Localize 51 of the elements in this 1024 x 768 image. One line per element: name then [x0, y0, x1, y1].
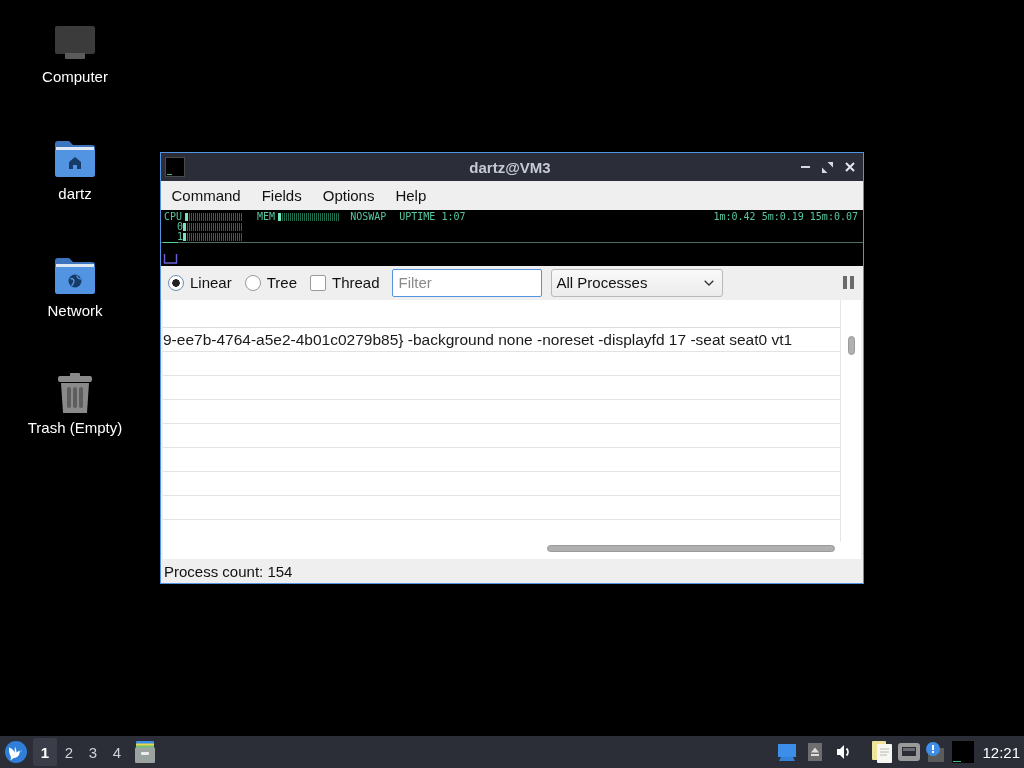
history-graph — [163, 242, 179, 264]
meter-label: CPU — [164, 212, 183, 222]
process-filter-dropdown[interactable]: All Processes — [550, 268, 723, 297]
file-cabinet-icon[interactable] — [135, 741, 155, 763]
home-folder-icon[interactable] — [55, 141, 95, 177]
workspace-button[interactable]: 4 — [105, 738, 129, 766]
filter-field[interactable]: Filter — [391, 268, 542, 297]
radio-button[interactable] — [168, 274, 184, 291]
workspace-button[interactable]: 1 — [33, 738, 57, 766]
meter-label: MEM — [257, 212, 276, 222]
terminal-icon — [165, 157, 185, 177]
uptime-text: UPTIME 1:07 — [399, 212, 466, 222]
desktop-icon-label[interactable]: Network — [47, 302, 103, 320]
workspace-button[interactable]: 2 — [57, 738, 81, 766]
cpu-core-label: 1 — [177, 232, 184, 242]
bird-logo-icon[interactable] — [5, 741, 27, 763]
desktop-icon-label[interactable]: Computer — [42, 68, 108, 86]
alert-icon[interactable] — [926, 742, 945, 762]
trash-can-icon[interactable] — [58, 373, 92, 413]
maximize-icon[interactable] — [822, 161, 833, 173]
vertical-scrollbar-thumb[interactable] — [848, 336, 855, 355]
ethernet-port-icon[interactable] — [898, 743, 921, 761]
pause-icon[interactable] — [843, 276, 854, 289]
checkbox[interactable] — [310, 274, 326, 291]
desktop-icon-label[interactable]: Trash (Empty) — [27, 419, 123, 437]
clock-text[interactable]: 12:21 — [982, 743, 1020, 761]
load-average-text: 1m:0.42 5m:0.19 15m:0.07 — [713, 212, 858, 222]
menu-item[interactable]: Fields — [251, 183, 313, 208]
menu-item[interactable]: Command — [161, 183, 252, 208]
desktop-icon-label[interactable]: dartz — [58, 185, 92, 203]
chevron-down-icon — [703, 279, 714, 286]
horizontal-scrollbar-thumb[interactable] — [547, 545, 835, 552]
radio-label[interactable]: Tree — [266, 274, 297, 291]
notes-icon[interactable] — [872, 741, 893, 763]
monitor-icon[interactable] — [778, 743, 797, 761]
workspace-button[interactable]: 3 — [81, 738, 105, 766]
table-cell: 9-ee7b-4764-a5e2-4b01c0279b85} -background none -noreset -displayfd 17 -seat seat0 vt1 — [163, 330, 793, 349]
speaker-icon[interactable] — [837, 745, 852, 759]
radio-button[interactable] — [244, 274, 261, 291]
globe-folder-icon[interactable] — [55, 258, 95, 294]
close-icon[interactable] — [845, 162, 855, 172]
computer-icon[interactable] — [55, 25, 95, 59]
window-title: dartz@VM3 — [469, 158, 551, 176]
cpu-core-label: 0 — [177, 222, 184, 232]
status-text: Process count: 154 — [164, 562, 293, 580]
radio-label[interactable]: Linear — [190, 274, 232, 291]
eject-icon[interactable] — [808, 743, 823, 761]
menu-item[interactable]: Help — [384, 183, 437, 208]
swap-status-text: NOSWAP — [350, 212, 387, 222]
menu-item[interactable]: Options — [312, 183, 385, 208]
checkbox-label[interactable]: Thread — [332, 274, 380, 291]
